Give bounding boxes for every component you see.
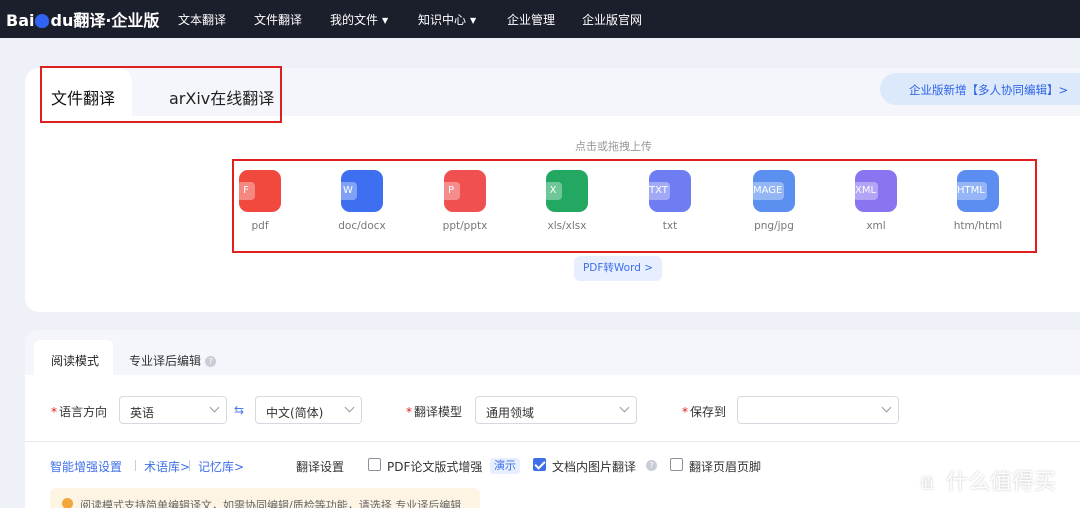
- chevron-down-icon: [209, 402, 220, 413]
- watermark: 值什么值得买: [912, 464, 1056, 499]
- select-value: 中文(简体): [266, 406, 324, 420]
- nav-file-translate[interactable]: 文件翻译: [254, 11, 302, 28]
- paw-icon: [35, 14, 50, 28]
- nav-label: 文件翻译: [254, 13, 303, 27]
- help-icon[interactable]: ?: [646, 460, 657, 471]
- chevron-down-icon: [344, 402, 355, 413]
- nav-enterprise-admin[interactable]: 企业管理: [507, 11, 555, 28]
- label-text: 翻译模型: [414, 405, 463, 419]
- nav-label: 文本翻译: [178, 13, 227, 27]
- tab-pro-post-edit[interactable]: 专业译后编辑?: [129, 352, 217, 369]
- tab-label: 专业译后编辑: [129, 354, 202, 368]
- product-name: 翻译·企业版: [73, 11, 160, 30]
- header-footer-checkbox[interactable]: [670, 458, 683, 471]
- required-mark: *: [682, 405, 688, 419]
- model-label: * 翻译模型: [406, 403, 462, 420]
- pdf-layout-checkbox[interactable]: [368, 458, 381, 471]
- nav-knowledge-center[interactable]: 知识中心 ▼: [418, 11, 476, 28]
- watermark-text: 什么值得买: [946, 470, 1057, 495]
- chevron-down-icon: [881, 402, 892, 413]
- highlight-box-tabs: [40, 66, 282, 123]
- nav-label: 知识中心: [418, 13, 467, 27]
- divider: [189, 460, 190, 471]
- highlight-box-file-types: [232, 159, 1037, 253]
- tab-label: 阅读模式: [51, 354, 100, 368]
- baidu-translate-logo[interactable]: Bai du翻译·企业版: [6, 7, 159, 31]
- termbase-link[interactable]: 术语库>: [144, 458, 190, 475]
- save-to-label: * 保存到: [682, 403, 726, 420]
- required-mark: *: [51, 405, 57, 419]
- notice-text: 阅读模式支持简单编辑译文，如需协同编辑/质检等功能，请选择 专业译后编辑: [80, 499, 462, 508]
- upload-hint[interactable]: 点击或拖拽上传: [575, 138, 652, 154]
- label-text: 保存到: [690, 405, 727, 419]
- nav-label: 企业管理: [507, 13, 556, 27]
- caret-down-icon: ▼: [382, 16, 389, 25]
- select-value: 英语: [130, 406, 155, 420]
- mode-tabs-bar: 阅读模式 专业译后编辑?: [25, 330, 1080, 375]
- nav-label: 企业版官网: [582, 13, 643, 27]
- top-navbar: Bai du翻译·企业版 文本翻译 文件翻译 我的文件 ▼ 知识中心 ▼ 企业管理 企…: [0, 0, 1080, 38]
- warning-icon: [62, 498, 73, 508]
- caret-down-icon: ▼: [470, 16, 477, 25]
- required-mark: *: [406, 405, 412, 419]
- banner-text: 企业版新增【多人协同编辑】>: [909, 83, 1069, 97]
- label-text: 语言方向: [59, 405, 108, 419]
- swap-lang-icon[interactable]: ⇆: [234, 403, 244, 417]
- tab-reading-mode[interactable]: 阅读模式: [34, 340, 113, 375]
- header-footer-label[interactable]: 翻译页眉页脚: [689, 458, 761, 475]
- save-to-select[interactable]: [737, 396, 899, 424]
- lang-direction-label: * 语言方向: [51, 403, 107, 420]
- collab-edit-banner[interactable]: 企业版新增【多人协同编辑】>: [880, 73, 1080, 105]
- nav-label: 我的文件: [330, 13, 379, 27]
- image-translate-checkbox[interactable]: [533, 458, 546, 471]
- pdf-layout-label[interactable]: PDF论文版式增强: [387, 458, 482, 475]
- help-icon[interactable]: ?: [205, 356, 217, 367]
- select-value: 通用领域: [486, 406, 535, 420]
- divider: [135, 460, 136, 471]
- mode-notice: 阅读模式支持简单编辑译文，如需协同编辑/质检等功能，请选择 专业译后编辑: [50, 488, 480, 508]
- model-select[interactable]: 通用领域: [475, 396, 637, 424]
- target-lang-select[interactable]: 中文(简体): [255, 396, 362, 424]
- smart-enhance-link[interactable]: 智能增强设置: [50, 458, 122, 475]
- memory-link[interactable]: 记忆库>: [198, 458, 244, 475]
- pdf-to-word-button[interactable]: PDF转Word >: [574, 256, 662, 281]
- watermark-logo-icon: 值: [912, 469, 942, 499]
- chevron-down-icon: [619, 402, 630, 413]
- source-lang-select[interactable]: 英语: [119, 396, 227, 424]
- image-translate-label[interactable]: 文档内图片翻译: [552, 458, 636, 475]
- translation-settings-label: 翻译设置: [296, 460, 345, 474]
- nav-enterprise-site[interactable]: 企业版官网: [582, 11, 642, 28]
- logo-text: Bai: [6, 11, 35, 30]
- logo-text2: du: [50, 11, 74, 30]
- divider: [25, 441, 1080, 442]
- nav-text-translate[interactable]: 文本翻译: [178, 11, 226, 28]
- demo-badge[interactable]: 演示: [490, 458, 520, 474]
- nav-my-files[interactable]: 我的文件 ▼: [330, 11, 388, 28]
